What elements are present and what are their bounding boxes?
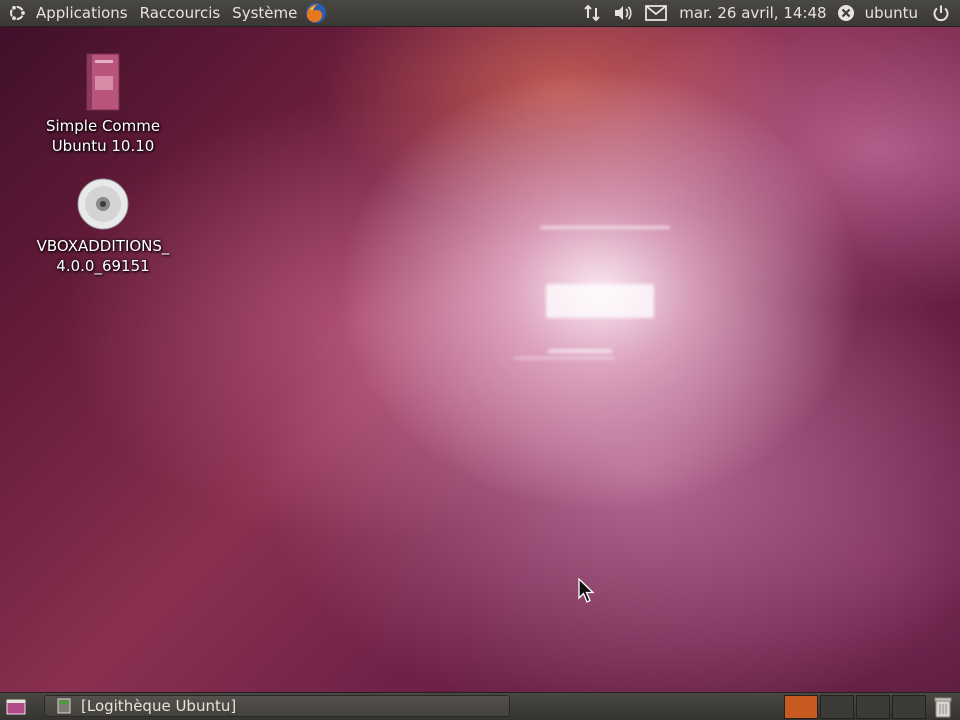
desktop-icon-label: Simple Comme Ubuntu 10.10: [45, 117, 161, 155]
user-menu[interactable]: ubuntu: [861, 0, 922, 26]
desktop-icon-label: VBOXADDITIONS_ 4.0.0_69151: [36, 237, 170, 275]
power-icon[interactable]: [926, 0, 956, 26]
clock[interactable]: mar. 26 avril, 14:48: [675, 0, 830, 26]
bottom-panel: [Logithèque Ubuntu]: [0, 692, 960, 720]
taskbar-window-logitheque[interactable]: [Logithèque Ubuntu]: [44, 695, 510, 717]
user-status-icon[interactable]: [835, 0, 857, 26]
cd-icon: [77, 178, 129, 230]
panel-menus: Applications Raccourcis Système: [0, 0, 329, 26]
show-desktop-icon[interactable]: [4, 694, 28, 720]
trash-icon[interactable]: [930, 694, 956, 720]
taskbar-window-label: [Logithèque Ubuntu]: [81, 697, 237, 715]
desktop-icon-vboxadditions[interactable]: VBOXADDITIONS_ 4.0.0_69151: [28, 178, 178, 276]
applications-menu[interactable]: Applications: [30, 0, 134, 26]
desktop-icon-simple-comme-ubuntu[interactable]: Simple Comme Ubuntu 10.10: [28, 52, 178, 156]
shortcuts-menu[interactable]: Raccourcis: [134, 0, 227, 26]
app-window-icon: [53, 695, 75, 717]
volume-icon[interactable]: [609, 0, 637, 26]
book-icon: [86, 53, 120, 111]
firefox-icon[interactable]: [303, 0, 329, 26]
workspace-1[interactable]: [784, 695, 818, 719]
system-menu[interactable]: Système: [226, 0, 303, 26]
mouse-cursor-icon: [578, 578, 595, 603]
workspace-4[interactable]: [892, 695, 926, 719]
wallpaper-glow: [540, 226, 670, 229]
network-icon[interactable]: [579, 0, 605, 26]
ubuntu-logo-icon[interactable]: [4, 0, 30, 26]
desktop-screen: Applications Raccourcis Système mar. 26 …: [0, 0, 960, 720]
workspace-3[interactable]: [856, 695, 890, 719]
workspace-2[interactable]: [820, 695, 854, 719]
wallpaper-glow: [514, 357, 614, 359]
wallpaper-glow: [546, 284, 654, 318]
mail-icon[interactable]: [641, 0, 671, 26]
wallpaper-glow: [548, 349, 612, 353]
panel-indicators: mar. 26 avril, 14:48 ubuntu: [579, 0, 956, 26]
top-panel: Applications Raccourcis Système mar. 26 …: [0, 0, 960, 27]
